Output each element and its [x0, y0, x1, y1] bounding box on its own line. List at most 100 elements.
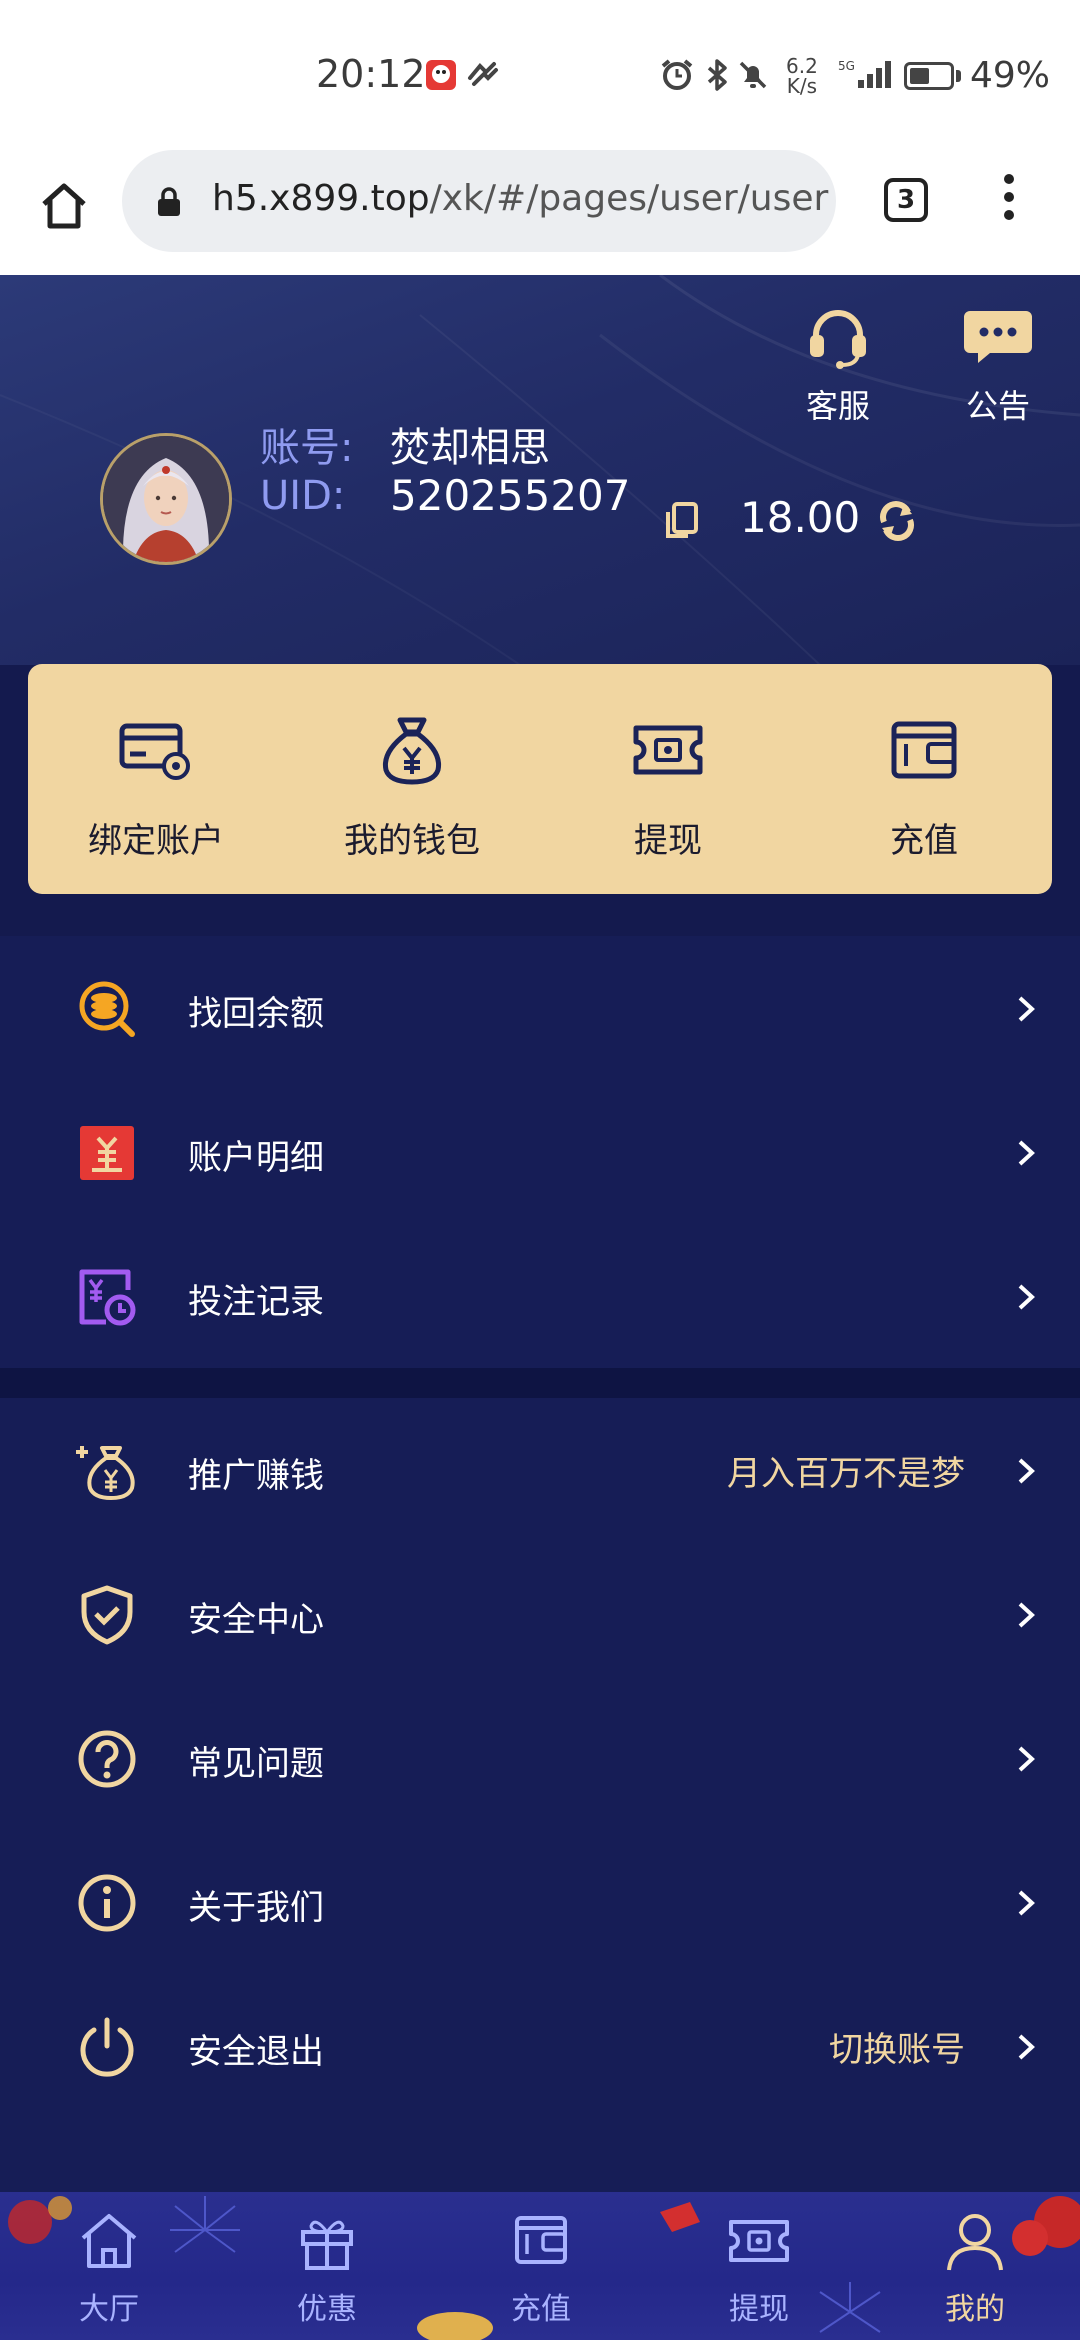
menu-item-label: 关于我们 [188, 1888, 324, 1928]
menu-item-recover-balance[interactable]: 找回余额 [0, 936, 1080, 1080]
menu-item-label: 常见问题 [188, 1744, 324, 1784]
menu-item-security-center[interactable]: 安全中心 [0, 1542, 1080, 1686]
chevron-right-icon [1018, 1602, 1035, 1628]
signal-icon: 5G [838, 59, 891, 88]
uid-value: 520255207 [390, 471, 631, 520]
menu-item-promotion[interactable]: 推广赚钱 月入百万不是梦 [0, 1398, 1080, 1542]
user-icon [947, 2214, 1003, 2271]
url-path: /xk/#/pages/user/user [429, 178, 829, 219]
bind-account-button[interactable]: 绑定账户 [28, 716, 284, 862]
switch-account-link[interactable]: 切换账号 [829, 2022, 965, 2071]
nav-promotions[interactable]: 优惠 [262, 2210, 392, 2328]
refresh-icon[interactable] [876, 500, 918, 542]
app-notification-icon [426, 60, 456, 90]
group-divider [0, 1368, 1080, 1398]
menu-item-faq[interactable]: 常见问题 [0, 1686, 1080, 1830]
network-speed-unit: K/s [786, 74, 818, 98]
wallet-icon [515, 2216, 567, 2264]
network-speed: 6.2 K/s [786, 56, 818, 96]
address-bar[interactable]: h5.x899.top/xk/#/pages/user/user [122, 150, 836, 252]
nav-withdraw[interactable]: 提现 [694, 2210, 824, 2328]
withdraw-button[interactable]: 提现 [540, 716, 796, 862]
menu-item-label: 投注记录 [188, 1282, 324, 1322]
app-notification-icon [468, 62, 498, 86]
money-bag-icon [382, 717, 442, 785]
my-wallet-label: 我的钱包 [344, 821, 480, 861]
balance-amount: 18.00 [740, 493, 861, 542]
coin-search-icon [79, 981, 135, 1037]
account-label: 账号: [260, 425, 354, 471]
network-speed-value: 6.2 [786, 54, 818, 78]
tab-switcher-button[interactable]: 3 [884, 178, 928, 222]
bottom-nav: 大厅 优惠 充值 提现 我的 [0, 2192, 1080, 2340]
battery-icon [904, 62, 954, 90]
recharge-button[interactable]: 充值 [796, 716, 1052, 862]
menu-group-general: 推广赚钱 月入百万不是梦 安全中心 常见问题 关于我们 安全退出 切换账号 [0, 1398, 1080, 2192]
bind-account-label: 绑定账户 [88, 821, 224, 861]
customer-service-label: 客服 [805, 387, 870, 425]
ledger-icon [80, 1126, 134, 1180]
my-wallet-button[interactable]: 我的钱包 [284, 716, 540, 862]
info-icon [78, 1874, 136, 1932]
bet-record-icon [79, 1269, 136, 1326]
gift-icon [301, 2220, 353, 2270]
status-bar: 20:12 6.2 K/s 5G 49% [0, 0, 1080, 150]
wallet-icon [891, 721, 957, 779]
uid-label: UID: [260, 473, 346, 519]
menu-item-label: 推广赚钱 [188, 1456, 324, 1496]
menu-item-bet-records[interactable]: 投注记录 [0, 1224, 1080, 1368]
shield-icon [81, 1585, 133, 1645]
signal-label: 5G [838, 59, 855, 73]
menu-group-account: 找回余额 账户明细 投注记录 [0, 936, 1080, 1368]
chevron-right-icon [1018, 1746, 1035, 1772]
quick-actions-card: 绑定账户 我的钱包 提现 充值 [28, 664, 1052, 894]
nav-lobby[interactable]: 大厅 [44, 2210, 174, 2328]
battery-percent: 49% [970, 55, 1051, 96]
nav-recharge-label: 充值 [511, 2292, 571, 2327]
power-icon [80, 2017, 134, 2077]
promo-money-icon [76, 1446, 135, 1501]
user-header: 客服 公告 账号: 焚却相思 UID: 520255207 18.00 [0, 275, 1080, 665]
menu-item-about-us[interactable]: 关于我们 [0, 1830, 1080, 1974]
nav-lobby-label: 大厅 [79, 2292, 139, 2327]
chevron-right-icon [1018, 1140, 1035, 1166]
menu-item-label: 账户明细 [188, 1138, 324, 1178]
chevron-right-icon [1018, 1458, 1035, 1484]
nav-mine[interactable]: 我的 [910, 2210, 1040, 2328]
withdraw-icon [633, 725, 703, 775]
chevron-right-icon [1018, 1890, 1035, 1916]
withdraw-icon [729, 2220, 789, 2262]
menu-item-logout[interactable]: 安全退出 切换账号 [0, 1974, 1080, 2118]
bind-card-icon [119, 723, 190, 780]
mute-icon [739, 61, 767, 89]
browser-home-icon[interactable] [38, 180, 90, 232]
question-icon [78, 1730, 136, 1788]
status-time: 20:12 [316, 52, 426, 96]
headset-icon [810, 310, 866, 369]
menu-item-label: 找回余额 [188, 994, 324, 1034]
nav-recharge[interactable]: 充值 [476, 2210, 606, 2328]
bluetooth-icon [707, 59, 727, 91]
nav-withdraw-label: 提现 [729, 2292, 789, 2327]
message-icon [964, 311, 1032, 363]
menu-item-label: 安全中心 [188, 1600, 324, 1640]
url-text[interactable]: h5.x899.top/xk/#/pages/user/user [212, 178, 828, 219]
avatar[interactable] [100, 433, 232, 565]
avatar-image [103, 436, 229, 562]
nav-mine-label: 我的 [945, 2292, 1005, 2327]
withdraw-label: 提现 [634, 821, 702, 861]
nav-promotions-label: 优惠 [297, 2292, 357, 2327]
customer-service-button[interactable]: 客服 [800, 305, 876, 427]
alarm-icon [661, 59, 693, 90]
promotion-slogan: 月入百万不是梦 [727, 1454, 965, 1494]
announcement-label: 公告 [965, 387, 1030, 425]
url-host: h5.x899.top [212, 178, 430, 219]
browser-toolbar: h5.x899.top/xk/#/pages/user/user 3 [0, 150, 1080, 276]
announcement-button[interactable]: 公告 [960, 305, 1036, 427]
menu-item-label: 安全退出 [188, 2032, 324, 2072]
browser-menu-icon[interactable] [996, 174, 1022, 230]
copy-icon[interactable] [664, 500, 700, 540]
chevron-right-icon [1018, 996, 1035, 1022]
menu-item-account-details[interactable]: 账户明细 [0, 1080, 1080, 1224]
lock-icon [158, 187, 180, 216]
